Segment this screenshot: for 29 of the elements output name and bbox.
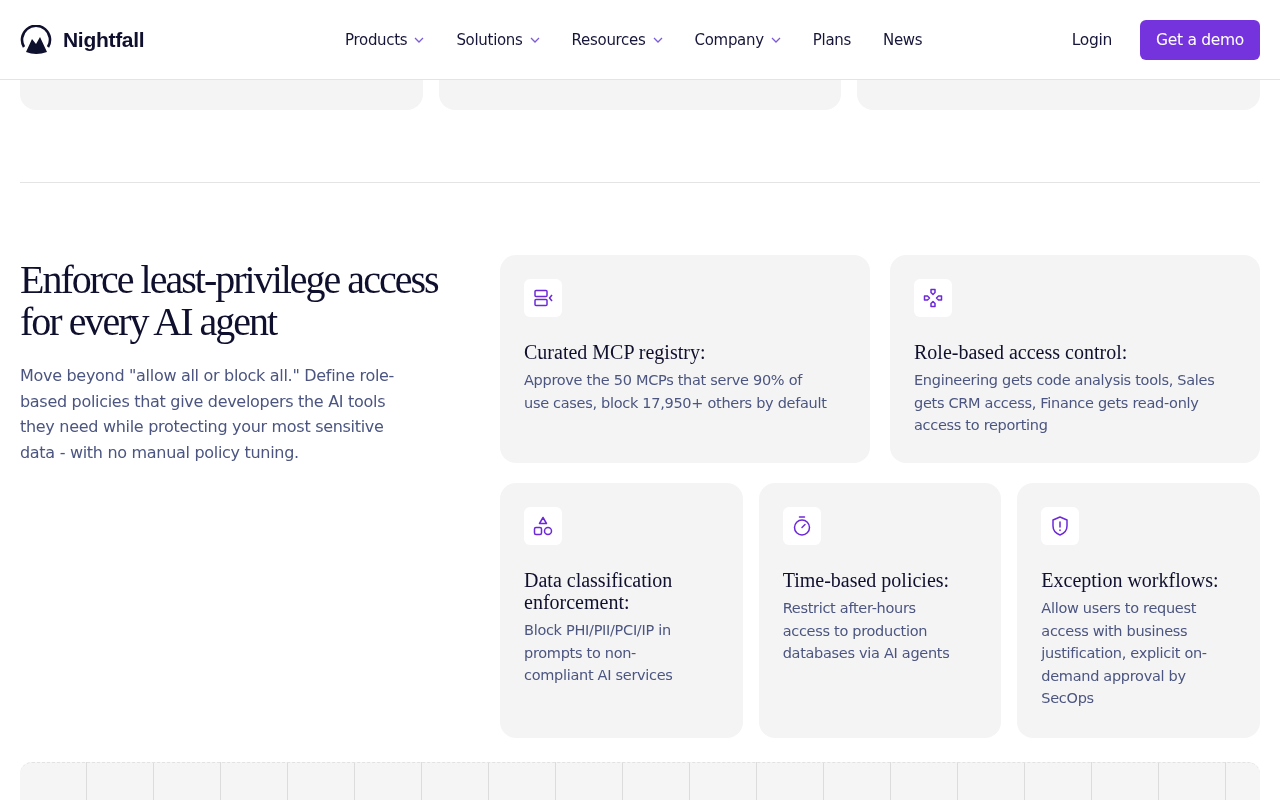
- nav-link[interactable]: News: [883, 30, 923, 49]
- chevron-down-icon: [414, 36, 425, 43]
- feature-title: Time-based policies:: [782, 569, 951, 591]
- feature-title: Exception workflows:: [1041, 569, 1220, 591]
- nav-link[interactable]: Solutions: [456, 30, 540, 49]
- feature-description: Block PHI/PII/PCI/IP in prompts to non-compliant AI services: [524, 621, 674, 685]
- login-link[interactable]: Login: [1071, 30, 1113, 49]
- chevron-down-icon: [652, 36, 663, 43]
- nav-link[interactable]: Resources: [571, 30, 663, 49]
- nav-link[interactable]: Plans: [812, 30, 851, 49]
- list-collapse-icon: [532, 287, 554, 309]
- chevron-down-icon: [529, 36, 540, 43]
- section-heading: Enforce least-privilege access for every AI agent: [20, 259, 439, 343]
- nav-link[interactable]: Company: [694, 30, 781, 49]
- brand-name: Nightfall: [63, 27, 145, 52]
- shapes-icon: [532, 515, 554, 537]
- feature-title: Curated MCP registry:: [524, 341, 707, 363]
- demo-button[interactable]: Get a demo: [1140, 19, 1260, 60]
- feature-title: Data classification enforcement:: [524, 569, 674, 613]
- feature-description: Restrict after-hours access to production databases via AI agents: [782, 599, 951, 663]
- feature-description: Allow users to request access with business justification, explicit on-demand approval by SecOps: [1041, 599, 1208, 708]
- feature-description: Engineering gets code analysis tools, Sales gets CRM access, Finance gets read-only access to reporting: [914, 371, 1216, 435]
- feature-title: Role-based access control:: [914, 341, 1129, 363]
- logo-icon: [20, 24, 52, 55]
- gamepad-icon: [922, 287, 944, 309]
- section-description: Move beyond "allow all or block all." Define role-based policies that give developers the AI tools they need while protecting your most sensitive data - with no manual policy tuning.: [20, 365, 396, 464]
- chevron-down-icon: [770, 36, 781, 43]
- nav-link[interactable]: Products: [345, 30, 425, 49]
- feature-description: Approve the 50 MCPs that serve 90% of use cases, block 17,950+ others by default: [524, 371, 828, 413]
